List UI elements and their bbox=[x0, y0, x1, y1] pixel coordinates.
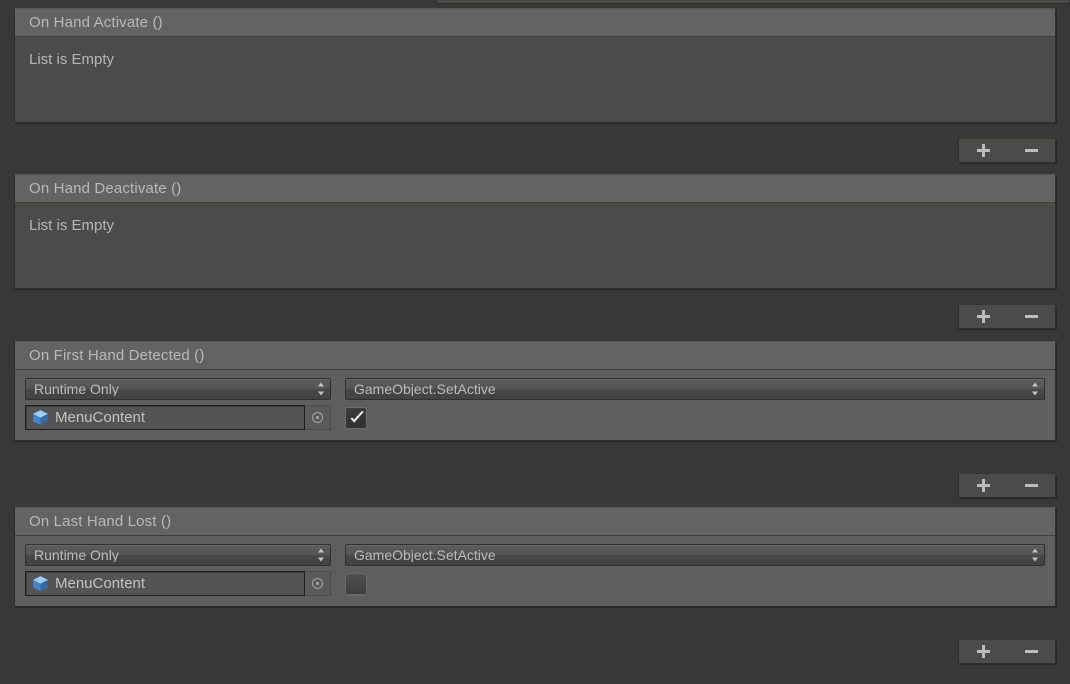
event-title: On Hand Deactivate () bbox=[29, 181, 181, 196]
plus-icon[interactable] bbox=[966, 476, 1000, 496]
event-body: Runtime Only bbox=[15, 536, 1055, 606]
empty-list-label: List is Empty bbox=[29, 217, 114, 234]
listener-state-value: Runtime Only bbox=[34, 548, 119, 562]
entry-right-column: GameObject.SetActive bbox=[345, 544, 1045, 596]
argument-row bbox=[345, 405, 1045, 430]
event-body: List is Empty bbox=[15, 203, 1055, 288]
popup-updown-arrows-icon bbox=[1031, 383, 1039, 396]
function-value: GameObject.SetActive bbox=[354, 382, 496, 396]
event-body: List is Empty bbox=[15, 37, 1055, 122]
plus-icon[interactable] bbox=[966, 642, 1000, 662]
target-object-row: MenuContent bbox=[25, 405, 331, 430]
entry-left-column: Runtime Only bbox=[25, 378, 331, 430]
minus-icon[interactable] bbox=[1014, 642, 1048, 662]
object-picker-button[interactable] bbox=[305, 571, 331, 596]
target-object-name: MenuContent bbox=[55, 410, 145, 425]
add-remove-bar-on-hand-activate bbox=[958, 139, 1056, 163]
event-frame: On First Hand Detected () Runtime Only bbox=[14, 341, 1056, 441]
event-block-on-hand-deactivate: On Hand Deactivate () List is Empty bbox=[14, 174, 1056, 289]
minus-icon[interactable] bbox=[1014, 307, 1048, 327]
popup-updown-arrows-icon bbox=[1031, 549, 1039, 562]
event-frame: On Hand Activate () List is Empty bbox=[14, 8, 1056, 123]
event-title: On Last Hand Lost () bbox=[29, 514, 171, 529]
event-entry-list: Runtime Only bbox=[15, 536, 1055, 606]
listener-state-dropdown[interactable]: Runtime Only bbox=[25, 544, 331, 566]
target-object-field[interactable]: MenuContent bbox=[25, 571, 305, 596]
event-block-on-hand-activate: On Hand Activate () List is Empty bbox=[14, 8, 1056, 123]
entry-right-column: GameObject.SetActive bbox=[345, 378, 1045, 430]
event-header[interactable]: On Hand Activate () bbox=[15, 9, 1055, 37]
empty-list-label: List is Empty bbox=[29, 51, 114, 68]
event-body: Runtime Only bbox=[15, 370, 1055, 440]
gameobject-cube-icon bbox=[32, 409, 49, 426]
gameobject-cube-icon bbox=[32, 575, 49, 592]
event-frame: On Hand Deactivate () List is Empty bbox=[14, 174, 1056, 289]
event-block-on-last-hand-lost: On Last Hand Lost () Runtime Only bbox=[14, 507, 1056, 607]
checkmark-icon bbox=[347, 408, 367, 428]
function-value: GameObject.SetActive bbox=[354, 548, 496, 562]
popup-updown-arrows-icon bbox=[317, 383, 325, 396]
event-title: On Hand Activate () bbox=[29, 15, 163, 30]
object-picker-target-icon bbox=[312, 412, 323, 423]
target-object-row: MenuContent bbox=[25, 571, 331, 596]
bool-argument-checkbox[interactable] bbox=[345, 407, 367, 429]
object-picker-target-icon bbox=[312, 578, 323, 589]
event-block-on-first-hand-detected: On First Hand Detected () Runtime Only bbox=[14, 341, 1056, 441]
function-dropdown[interactable]: GameObject.SetActive bbox=[345, 544, 1045, 566]
event-frame: On Last Hand Lost () Runtime Only bbox=[14, 507, 1056, 607]
plus-icon[interactable] bbox=[966, 141, 1000, 161]
target-object-field[interactable]: MenuContent bbox=[25, 405, 305, 430]
plus-icon[interactable] bbox=[966, 307, 1000, 327]
popup-updown-arrows-icon bbox=[317, 549, 325, 562]
bool-argument-checkbox[interactable] bbox=[345, 573, 367, 595]
event-title: On First Hand Detected () bbox=[29, 348, 204, 363]
function-dropdown[interactable]: GameObject.SetActive bbox=[345, 378, 1045, 400]
add-remove-bar-on-hand-deactivate bbox=[958, 305, 1056, 329]
listener-state-value: Runtime Only bbox=[34, 382, 119, 396]
event-entry-list: Runtime Only bbox=[15, 370, 1055, 440]
minus-icon[interactable] bbox=[1014, 476, 1048, 496]
clipped-panel-above bbox=[436, 0, 1070, 4]
minus-icon[interactable] bbox=[1014, 141, 1048, 161]
add-remove-bar-on-first-hand-detected bbox=[958, 474, 1056, 498]
event-header[interactable]: On Last Hand Lost () bbox=[15, 508, 1055, 536]
object-picker-button[interactable] bbox=[305, 405, 331, 430]
argument-row bbox=[345, 571, 1045, 596]
listener-state-dropdown[interactable]: Runtime Only bbox=[25, 378, 331, 400]
event-entry: Runtime Only bbox=[25, 544, 1045, 596]
event-header[interactable]: On First Hand Detected () bbox=[15, 342, 1055, 370]
add-remove-bar-on-last-hand-lost bbox=[958, 640, 1056, 664]
event-header[interactable]: On Hand Deactivate () bbox=[15, 175, 1055, 203]
event-entry: Runtime Only bbox=[25, 378, 1045, 430]
target-object-name: MenuContent bbox=[55, 576, 145, 591]
entry-left-column: Runtime Only bbox=[25, 544, 331, 596]
